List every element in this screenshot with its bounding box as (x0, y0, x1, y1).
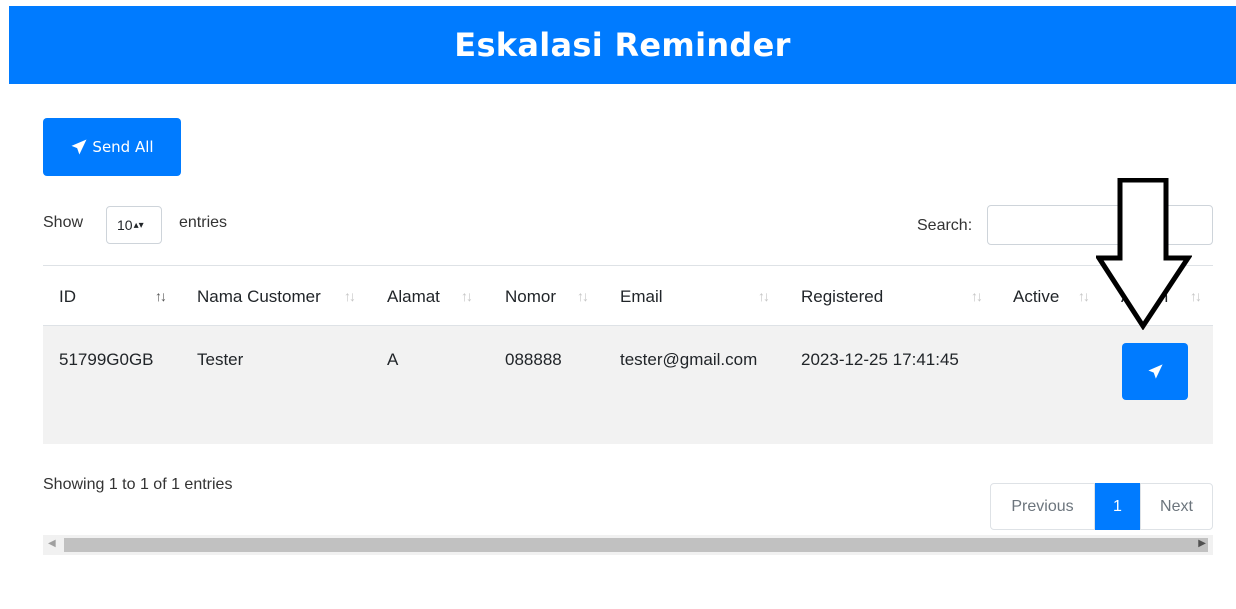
cell-email: tester@gmail.com (620, 350, 758, 369)
cell-registered: 2023-12-25 17:41:45 (801, 350, 959, 369)
horizontal-scrollbar[interactable]: ◀ ▶ (43, 535, 1213, 555)
paper-plane-icon (1147, 364, 1163, 379)
sort-icon[interactable]: ↑↓ (971, 288, 983, 304)
cell-nama-customer: Tester (197, 350, 244, 369)
search-input[interactable] (987, 205, 1213, 245)
column-header-registered[interactable]: Registered (801, 287, 883, 307)
next-page-button[interactable]: Next (1140, 483, 1213, 530)
scroll-left-icon[interactable]: ◀ (48, 538, 56, 549)
send-all-button[interactable]: Send All (43, 118, 181, 176)
column-header-email[interactable]: Email (620, 287, 663, 307)
select-arrows-icon: ▴▾ (133, 219, 144, 231)
send-reminder-button[interactable] (1122, 343, 1188, 400)
column-header-id[interactable]: ID (59, 287, 76, 307)
show-label: Show (43, 214, 84, 231)
page-header: Eskalasi Reminder (9, 6, 1236, 84)
column-header-alamat[interactable]: Alamat (387, 287, 440, 307)
page-1-button[interactable]: 1 (1095, 483, 1140, 530)
scroll-right-icon[interactable]: ▶ (1198, 538, 1206, 549)
column-header-active[interactable]: Active (1013, 287, 1059, 307)
entries-select[interactable]: 10 ▴▾ (106, 206, 162, 244)
sort-icon[interactable]: ↑↓ (461, 288, 473, 304)
cell-id: 51799G0GB (59, 350, 154, 369)
sort-icon[interactable]: ↑↓ (155, 288, 167, 304)
previous-page-button[interactable]: Previous (990, 483, 1095, 530)
sort-icon[interactable]: ↑↓ (577, 288, 589, 304)
sort-icon[interactable]: ↑↓ (1078, 288, 1090, 304)
entries-select-value: 10 (117, 217, 133, 233)
search-label: Search: (917, 217, 973, 234)
column-header-nama-customer[interactable]: Nama Customer (197, 287, 321, 307)
sort-icon[interactable]: ↑↓ (758, 288, 770, 304)
page-title: Eskalasi Reminder (454, 26, 791, 64)
cell-nomor: 088888 (505, 350, 562, 369)
send-all-label: Send All (92, 138, 154, 156)
column-header-action[interactable]: Action (1121, 287, 1168, 307)
sort-icon[interactable]: ↑↓ (1190, 288, 1202, 304)
table-row: 51799G0GB Tester A 088888 tester@gmail.c… (43, 326, 1213, 444)
sort-icon[interactable]: ↑↓ (344, 288, 356, 304)
paper-plane-icon (71, 139, 87, 155)
entries-label: entries (179, 214, 228, 231)
scrollbar-thumb[interactable] (64, 538, 1208, 552)
cell-alamat: A (387, 350, 399, 369)
column-header-nomor[interactable]: Nomor (505, 287, 556, 307)
table-header: ID ↑↓ Nama Customer ↑↓ Alamat ↑↓ Nomor ↑… (43, 265, 1213, 326)
pagination: Previous 1 Next (990, 483, 1213, 530)
table-info: Showing 1 to 1 of 1 entries (43, 476, 233, 493)
